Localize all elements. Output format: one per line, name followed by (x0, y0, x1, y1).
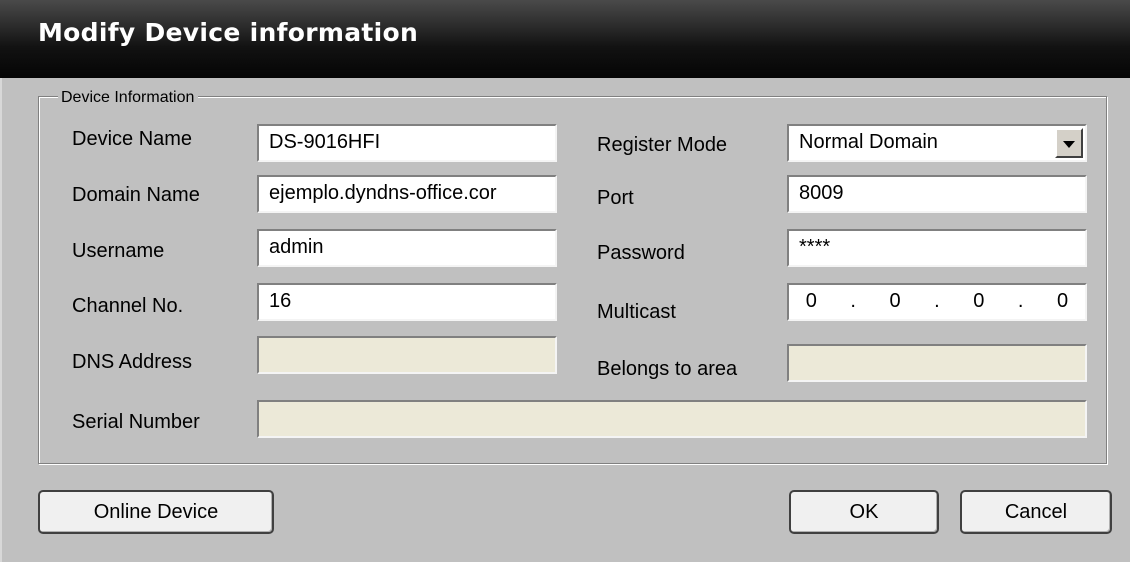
multicast-ip-input[interactable]: 0 . 0 . 0 . 0 (787, 283, 1087, 321)
modify-device-dialog: Modify Device information Device Informa… (0, 0, 1130, 562)
device-name-label: Device Name (72, 128, 193, 150)
username-label: Username (72, 240, 165, 262)
channel-no-input[interactable]: 16 (257, 283, 557, 321)
register-mode-select[interactable]: Normal Domain (787, 124, 1087, 162)
password-label: Password (597, 242, 685, 264)
multicast-octet-1[interactable]: 0 (806, 290, 817, 319)
dns-address-input (257, 336, 557, 374)
password-input[interactable]: **** (787, 229, 1087, 267)
dns-address-label: DNS Address (72, 351, 193, 373)
title-bar[interactable]: Modify Device information (0, 0, 1130, 78)
serial-number-input (257, 400, 1087, 438)
port-label: Port (597, 187, 634, 209)
channel-no-label: Channel No. (72, 295, 184, 317)
belongs-to-area-input (787, 344, 1087, 382)
belongs-to-area-label: Belongs to area (597, 358, 738, 380)
ip-separator: . (850, 290, 856, 312)
dialog-title: Modify Device information (38, 18, 419, 47)
chevron-down-icon (1063, 141, 1075, 148)
register-mode-label: Register Mode (597, 134, 728, 156)
group-legend: Device Information (58, 89, 199, 107)
domain-name-input[interactable]: ejemplo.dyndns-office.cor (257, 175, 557, 213)
ip-separator: . (1017, 290, 1024, 312)
port-input[interactable]: 8009 (787, 175, 1087, 213)
domain-name-label: Domain Name (72, 184, 200, 206)
device-name-input[interactable]: DS-9016HFI (257, 124, 557, 162)
serial-number-label: Serial Number (72, 411, 200, 433)
register-mode-dropdown-button[interactable] (1055, 128, 1083, 158)
multicast-label: Multicast (597, 301, 676, 323)
online-device-button[interactable]: Online Device (38, 490, 274, 534)
ok-button[interactable]: OK (789, 490, 939, 534)
multicast-octet-2[interactable]: 0 (890, 290, 901, 319)
multicast-octet-4[interactable]: 0 (1057, 290, 1068, 319)
ip-separator: . (934, 290, 940, 312)
register-mode-value: Normal Domain (799, 131, 938, 153)
multicast-octet-3[interactable]: 0 (973, 290, 984, 319)
cancel-button[interactable]: Cancel (960, 490, 1112, 534)
username-input[interactable]: admin (257, 229, 557, 267)
